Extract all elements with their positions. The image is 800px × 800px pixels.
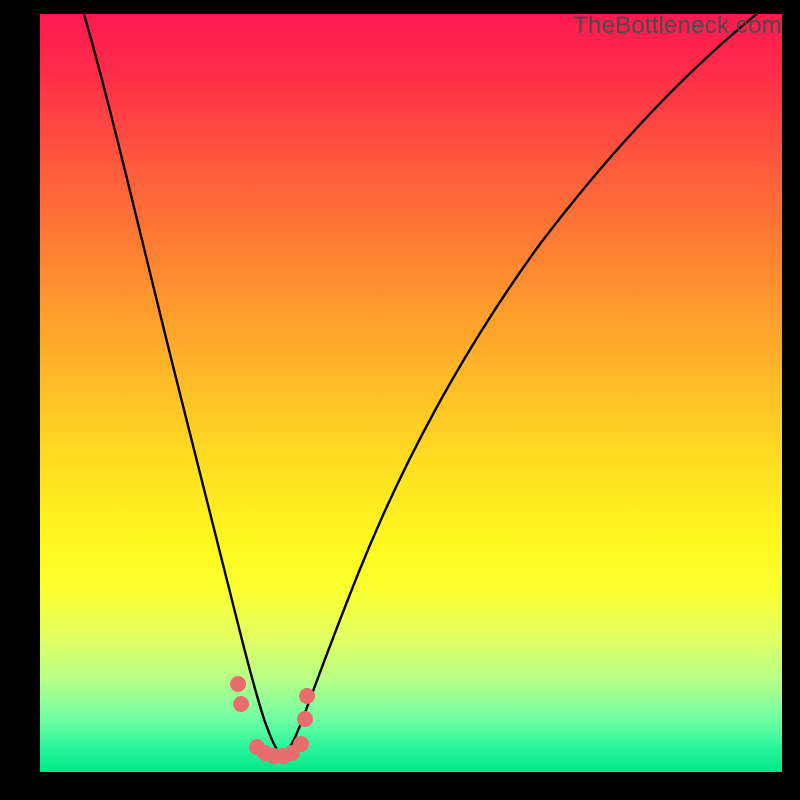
- bottleneck-curve: [40, 14, 782, 772]
- chart-frame: TheBottleneck.com: [0, 0, 800, 800]
- watermark-text: TheBottleneck.com: [573, 12, 782, 40]
- trough-markers: [230, 676, 315, 764]
- plot-area: [40, 14, 782, 772]
- curve-path: [84, 14, 782, 753]
